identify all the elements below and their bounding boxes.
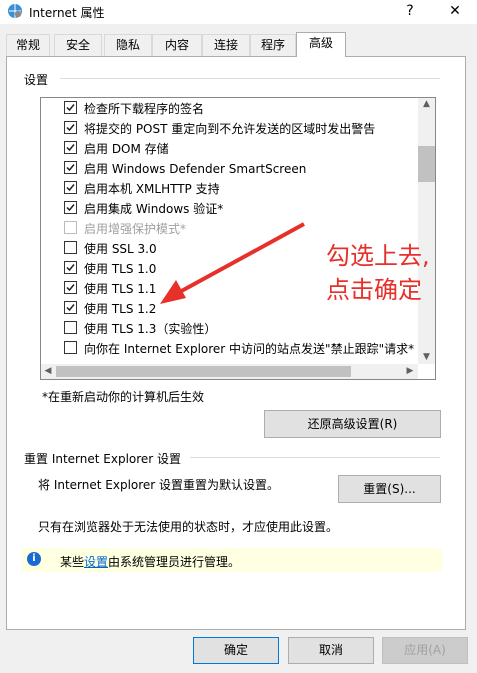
annotation-arrow [160,222,305,304]
tab-advanced[interactable]: 高级 [296,32,346,57]
annotation-text-line2: 点击确定 [326,276,422,304]
annotation-text-line1: 勾选上去, [326,242,430,270]
